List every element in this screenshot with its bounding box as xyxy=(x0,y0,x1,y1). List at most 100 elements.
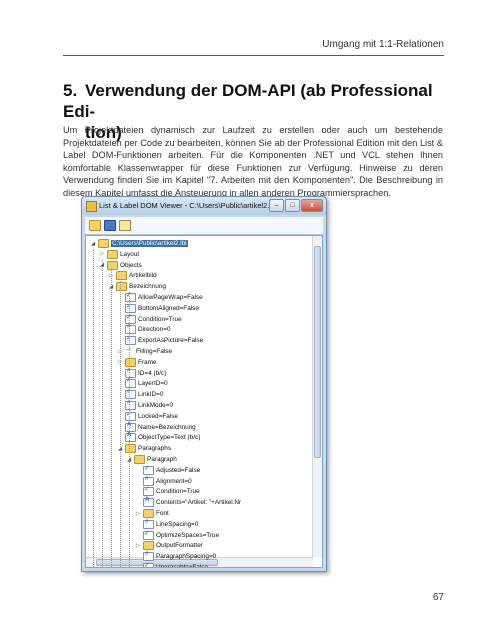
dom-tree-view[interactable]: ◢ C:\Users\Public\artikel2.lbl ▷ Layout ◢ Obj… xyxy=(85,235,323,568)
view-icon[interactable] xyxy=(119,220,131,231)
tree-node[interactable]: ▷ Frame xyxy=(117,357,156,368)
expander-toggle[interactable]: ▷ xyxy=(135,543,141,549)
tree-node-label: Font xyxy=(156,510,169,517)
tree-node-label: ParagraphSpacing=0 xyxy=(156,553,217,561)
boolean-property-icon xyxy=(125,410,136,421)
tree-node[interactable]: ▷ Font xyxy=(135,508,169,519)
section-title-line1: Verwendung der DOM-API (ab Professional … xyxy=(63,81,433,121)
folder-icon xyxy=(143,541,154,551)
tree-node-label: OutputFormatter xyxy=(156,542,203,550)
tree-node[interactable]: ◢ Objects xyxy=(99,260,142,271)
expander-toggle[interactable]: ▷ xyxy=(135,511,141,517)
string-property-icon xyxy=(125,422,136,432)
boolean-property-icon xyxy=(125,302,136,313)
maximize-button[interactable]: □ xyxy=(285,199,300,212)
expander-toggle[interactable]: ◢ xyxy=(90,241,96,247)
tree-node[interactable]: ◢ Bezeichnung xyxy=(108,281,166,292)
folder-icon xyxy=(116,282,127,292)
toolbar xyxy=(85,217,323,235)
number-property-icon xyxy=(143,551,154,562)
tree-guide-line xyxy=(93,248,94,567)
tree-node[interactable]: Unerasable=False xyxy=(135,561,209,568)
boolean-property-icon xyxy=(125,334,136,346)
tree-node-label: LayerID=0 xyxy=(138,380,168,388)
number-property-icon xyxy=(125,400,136,410)
minimize-button[interactable]: – xyxy=(269,199,284,212)
tree-guide-line xyxy=(102,259,103,567)
folder-icon xyxy=(107,260,118,270)
app-icon xyxy=(86,201,97,212)
tree-node[interactable]: ◢ C:\Users\Public\artikel2.lbl xyxy=(90,238,188,249)
string-property-icon xyxy=(143,497,154,508)
close-button[interactable]: x xyxy=(301,199,323,212)
tree-node-label: Layout xyxy=(120,250,140,258)
tree-node[interactable]: ◢ Paragraph xyxy=(126,454,177,465)
folder-icon xyxy=(143,509,154,518)
tree-node[interactable]: Adjusted=False xyxy=(135,464,200,476)
tree-node[interactable]: LinkID=0 xyxy=(117,389,163,400)
tree-node[interactable]: Locked=False xyxy=(117,410,178,422)
tree-node-label: BottomAligned=False xyxy=(138,304,199,312)
vertical-scroll-thumb[interactable] xyxy=(314,246,321,458)
tree-node-label: ExportAsPicture=False xyxy=(138,337,204,345)
save-icon[interactable] xyxy=(104,220,116,231)
tree-node-label: Filling=False xyxy=(136,348,173,355)
tree-guide-line xyxy=(129,292,130,567)
tree-node-label: Frame xyxy=(138,358,157,366)
boolean-property-icon xyxy=(125,291,136,302)
section-number: 5. xyxy=(63,81,78,100)
tree-node-label: Contents="Artikel: "+Artikel.Nr xyxy=(156,499,242,507)
vertical-scrollbar[interactable] xyxy=(312,236,322,557)
tree-node[interactable]: LayerID=0 xyxy=(117,378,168,389)
tree-node[interactable]: ID=4 (b/c) xyxy=(117,368,166,379)
folder-icon xyxy=(134,455,145,464)
tree-node[interactable]: Condition=True xyxy=(117,313,182,325)
window-title: List & Label DOM Viewer - C:\Users\Publi… xyxy=(99,201,277,210)
number-property-icon xyxy=(143,476,154,486)
tree-node-label: Artikelbild xyxy=(129,272,157,280)
folder-icon xyxy=(125,444,136,454)
tree-node-label: LinkMode=0 xyxy=(138,402,173,409)
boolean-property-icon xyxy=(143,561,154,567)
tree-node-label: ID=4 (b/c) xyxy=(138,369,167,377)
tree-node[interactable]: ▷ Artikelbild xyxy=(108,270,157,281)
tree-node-label: Condition=True xyxy=(156,488,200,496)
folder-icon xyxy=(116,271,127,281)
header-rule xyxy=(63,55,444,56)
expander-toggle[interactable]: ▷ xyxy=(99,251,105,257)
body-paragraph: Um Projektdateien dynamisch zur Laufzeit… xyxy=(63,125,443,198)
boolean-property-icon xyxy=(143,529,154,540)
title-bar[interactable]: List & Label DOM Viewer - C:\Users\Publi… xyxy=(82,197,326,215)
number-property-icon xyxy=(125,378,136,389)
open-folder-icon[interactable] xyxy=(89,220,101,231)
tree-node-label: Objects xyxy=(120,261,142,269)
tree-node[interactable]: ▷ Layout xyxy=(99,249,139,260)
string-property-icon xyxy=(125,432,136,443)
tree-node[interactable]: Contents="Artikel: "+Artikel.Nr xyxy=(135,497,241,508)
tree-node-label: LineSpacing=0 xyxy=(156,520,199,528)
tree-node-label: Direction=0 xyxy=(138,326,171,334)
number-property-icon xyxy=(143,519,154,529)
boolean-property-icon xyxy=(143,485,154,497)
tree-node-label: Unerasable=False xyxy=(156,564,209,568)
tree-node-label: Paragraphs xyxy=(138,445,172,453)
folder-icon xyxy=(125,357,136,367)
boolean-property-icon xyxy=(143,464,154,475)
window-controls: – □ x xyxy=(269,199,323,212)
tree-node-label: ObjectType=Text (b/c) xyxy=(138,434,201,442)
tree-node-label: Condition=True xyxy=(138,315,182,323)
boolean-property-icon xyxy=(125,313,136,324)
tree-node[interactable]: Condition=True xyxy=(135,485,200,497)
dom-viewer-window: List & Label DOM Viewer - C:\Users\Publi… xyxy=(81,196,327,572)
tree-node[interactable]: OptimizeSpaces=True xyxy=(135,529,219,541)
tree-node[interactable]: ▷ OutputFormatter xyxy=(135,540,203,551)
tree-guide-line xyxy=(111,270,112,567)
number-property-icon xyxy=(125,324,136,335)
tree-node[interactable]: ▷Filling=False xyxy=(117,345,173,357)
tree-guide-line xyxy=(120,281,121,567)
tree-node-label: AllowPageWrap=False xyxy=(138,294,203,301)
number-property-icon xyxy=(125,368,136,378)
tree-node-label: LinkID=0 xyxy=(138,391,164,399)
number-property-icon xyxy=(125,389,136,400)
tree-node[interactable]: ◢ Paragraphs xyxy=(117,443,171,454)
